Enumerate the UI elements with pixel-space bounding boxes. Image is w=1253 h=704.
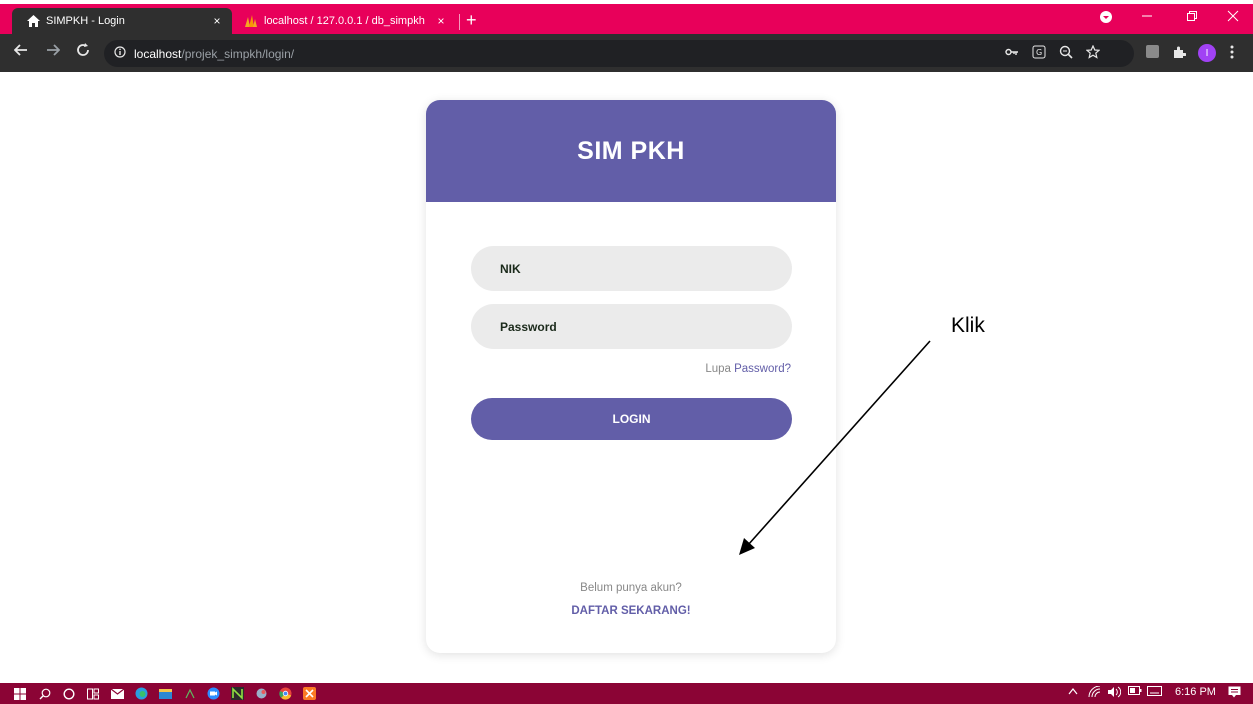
annotation-arrow [739,340,931,555]
task-view-icon[interactable] [85,686,100,701]
chrome-icon[interactable] [278,686,293,701]
keyboard-icon[interactable] [1147,686,1162,699]
speaker-icon[interactable] [1107,686,1122,701]
windows-start-icon[interactable] [12,686,27,701]
windows-taskbar: 6:16 PM [0,683,1253,704]
cortana-icon[interactable] [61,686,76,701]
xampp-icon[interactable] [302,686,317,701]
clock-time[interactable]: 6:16 PM [1175,686,1216,698]
notepad-plus-icon[interactable] [230,686,245,701]
zoom-app-icon[interactable] [206,686,221,701]
notification-icon[interactable] [1228,686,1241,701]
mail-icon[interactable] [110,686,125,701]
search-icon[interactable] [37,686,52,701]
chevron-up-icon[interactable] [1068,686,1078,698]
app-icon[interactable] [182,686,197,701]
battery-icon[interactable] [1128,686,1142,698]
wifi-icon[interactable] [1088,685,1101,701]
screen: SIMPKH - Login × localhost / 127.0.0.1 /… [0,0,1253,704]
file-explorer-icon[interactable] [158,686,173,701]
app-icon[interactable] [254,686,269,701]
edge-icon[interactable] [134,686,149,701]
